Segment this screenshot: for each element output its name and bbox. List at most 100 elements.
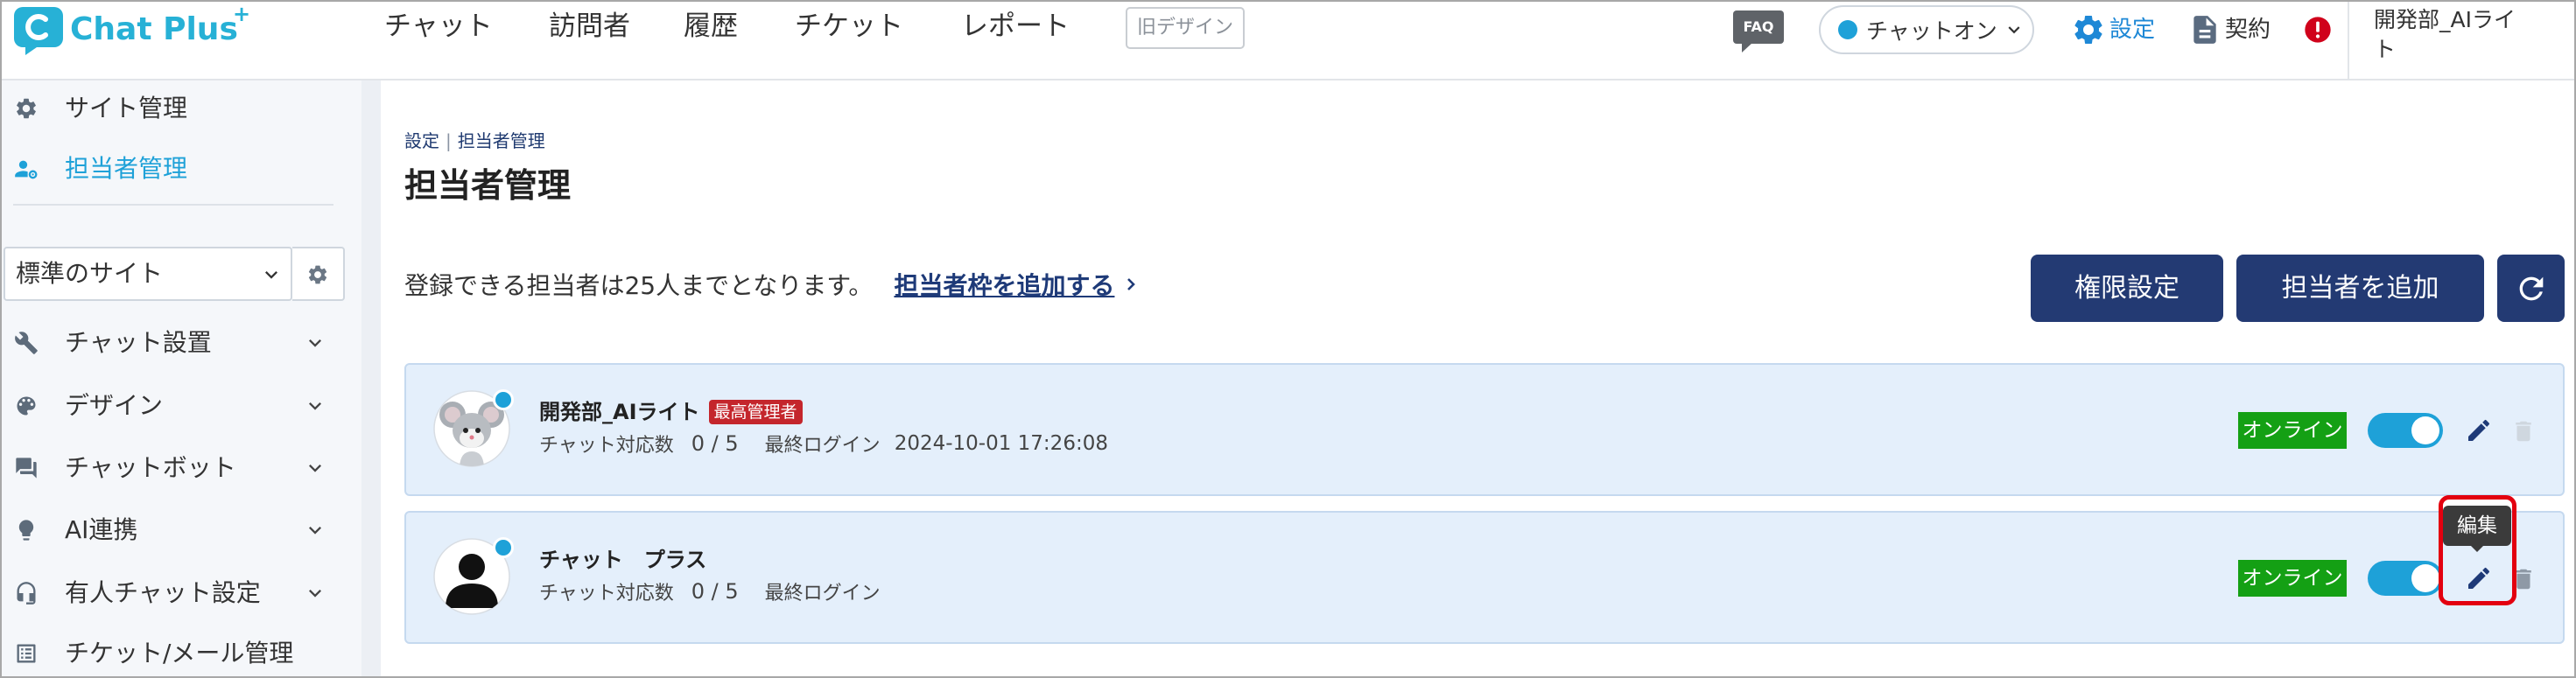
top-header: Chat Plus + チャット 訪問者 履歴 チケット レポート 旧デザイン … [0, 0, 2576, 80]
agent-enable-toggle[interactable] [2368, 561, 2443, 596]
sidebar-item-label: 有人チャット設定 [65, 578, 261, 607]
trash-icon [2510, 418, 2537, 444]
chat-status-label: チャットオン [1866, 18, 1997, 44]
agent-name-row: 開発部_AIライト 最高管理者 [539, 398, 803, 426]
status-badge: オンライン [2238, 560, 2347, 597]
tools-icon [14, 331, 39, 355]
agent-limit-info: 登録できる担当者は25人までとなります。 担当者枠を追加する [404, 266, 1141, 303]
last-login-label: 最終ログイン [764, 583, 881, 605]
chat-count: 0 / 5 [691, 431, 739, 456]
permission-settings-button[interactable]: 権限設定 [2031, 255, 2223, 322]
agent-card: 開発部_AIライト 最高管理者 チャット対応数 0 / 5 最終ログイン 202… [404, 363, 2565, 496]
headset-icon [14, 581, 39, 605]
toggle-knob [2411, 416, 2439, 444]
sidebar-item-label: チケット/メール管理 [65, 639, 294, 668]
breadcrumb-separator: | [446, 130, 452, 151]
sidebar-scrollbar[interactable] [361, 80, 381, 678]
sidebar-item-label: チャットボット [65, 453, 236, 482]
site-settings-button[interactable] [292, 247, 345, 301]
tooltip-arrow [2470, 545, 2484, 552]
chevron-down-icon [2003, 18, 2025, 41]
agent-stats: チャット対応数 0 / 5 最終ログイン 2024-10-01 17:26:08 [539, 431, 1108, 457]
chat-status-dropdown[interactable]: チャットオン [1819, 5, 2034, 54]
alert-icon[interactable] [2304, 16, 2332, 44]
sidebar-item-live-chat-settings[interactable]: 有人チャット設定 [0, 574, 350, 612]
chat-count-label: チャット対応数 [539, 583, 674, 605]
chevron-down-icon [303, 581, 327, 605]
site-select[interactable]: 標準のサイト [4, 247, 292, 301]
site-select-value: 標準のサイト [16, 259, 164, 288]
role-badge: 最高管理者 [708, 400, 803, 424]
refresh-icon [2514, 271, 2549, 306]
sidebar-item-chat-install[interactable]: チャット設置 [0, 324, 350, 362]
chevron-down-icon [303, 456, 327, 480]
chevron-down-icon [303, 331, 327, 355]
online-indicator [493, 389, 514, 410]
palette-icon [14, 394, 39, 418]
last-login: 2024-10-01 17:26:08 [894, 432, 1108, 455]
chatbot-icon [14, 456, 39, 480]
sidebar-item-site-management[interactable]: サイト管理 [0, 89, 350, 128]
chat-count-label: チャット対応数 [539, 435, 674, 457]
agent-settings-icon [14, 157, 39, 181]
sidebar-item-agent-management[interactable]: 担当者管理 [0, 150, 350, 188]
agent-enable-toggle[interactable] [2368, 413, 2443, 448]
agent-name: 開発部_AIライト [539, 400, 700, 424]
nav-tickets[interactable]: チケット [795, 9, 903, 44]
logo-plus: + [233, 2, 251, 26]
agent-card: チャット プラス チャット対応数 0 / 5 最終ログイン オンライン [404, 511, 2565, 644]
agent-stats: チャット対応数 0 / 5 最終ログイン [539, 579, 881, 605]
sidebar-item-label: AI連携 [65, 515, 138, 544]
document-icon[interactable] [2188, 10, 2222, 49]
toggle-knob [2411, 564, 2439, 592]
add-agent-slot-link[interactable]: 担当者枠を追加する [894, 267, 1114, 302]
logo-text[interactable]: Chat Plus [70, 10, 238, 49]
breadcrumb: 設定 | 担当者管理 [404, 130, 545, 151]
chatplus-logo-icon[interactable] [12, 5, 65, 56]
sidebar-item-ai[interactable]: AI連携 [0, 511, 350, 549]
edit-icon[interactable] [2465, 416, 2493, 444]
sidebar-item-label: デザイン [65, 391, 164, 420]
header-divider [2348, 0, 2349, 80]
sidebar-item-ticket-mail[interactable]: チケット/メール管理 [0, 634, 350, 673]
online-indicator [493, 537, 514, 558]
breadcrumb-parent[interactable]: 設定 [404, 130, 439, 151]
refresh-button[interactable] [2497, 255, 2565, 322]
chat-count: 0 / 5 [691, 579, 739, 604]
chevron-down-icon [259, 262, 284, 287]
page-title: 担当者管理 [404, 166, 572, 205]
user-menu[interactable]: 開発部_AIライト [2374, 5, 2536, 65]
status-badge: オンライン [2238, 412, 2347, 449]
chevron-down-icon [303, 394, 327, 418]
gear-icon[interactable] [2071, 12, 2106, 47]
trash-icon[interactable] [2510, 566, 2537, 592]
chevron-right-icon[interactable] [1123, 273, 1141, 296]
sidebar-item-chatbot[interactable]: チャットボット [0, 449, 350, 487]
old-design-button[interactable]: 旧デザイン [1126, 7, 1245, 49]
ticket-icon [14, 641, 39, 666]
sidebar-item-label: 担当者管理 [65, 154, 188, 183]
sidebar-item-design[interactable]: デザイン [0, 387, 350, 425]
sidebar-item-label: サイト管理 [65, 94, 188, 122]
contract-link[interactable]: 契約 [2225, 15, 2271, 45]
nav-history[interactable]: 履歴 [684, 9, 738, 44]
edit-tooltip: 編集 [2443, 506, 2511, 546]
chevron-down-icon [303, 518, 327, 542]
sidebar-divider [13, 204, 333, 206]
last-login-label: 最終ログイン [764, 435, 881, 457]
nav-chat[interactable]: チャット [384, 9, 493, 44]
agent-limit-text: 登録できる担当者は25人までとなります。 [404, 271, 874, 300]
settings-link[interactable]: 設定 [2109, 15, 2155, 45]
ai-icon [14, 518, 39, 542]
faq-icon-tail [1742, 43, 1752, 52]
gear-icon [306, 263, 329, 286]
status-dot-icon [1838, 20, 1857, 39]
edit-icon[interactable] [2465, 564, 2493, 592]
sidebar-item-label: チャット設置 [65, 328, 212, 357]
breadcrumb-current: 担当者管理 [457, 130, 545, 151]
nav-reports[interactable]: レポート [961, 9, 1070, 44]
agent-name-row: チャット プラス [539, 546, 706, 574]
faq-icon[interactable]: FAQ [1733, 10, 1784, 44]
nav-visitors[interactable]: 訪問者 [549, 9, 630, 44]
add-agent-button[interactable]: 担当者を追加 [2236, 255, 2484, 322]
